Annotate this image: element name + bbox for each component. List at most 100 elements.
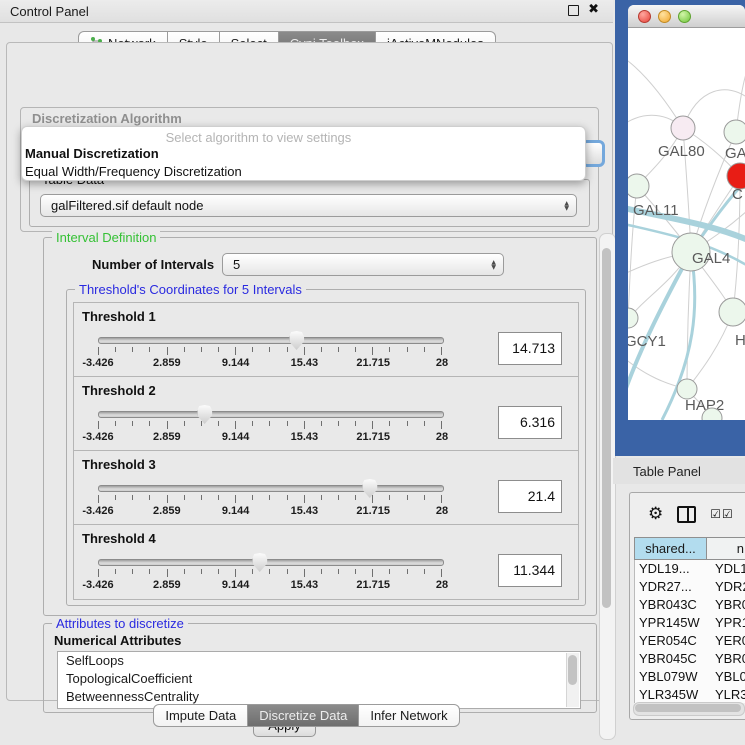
table-cell[interactable]: YDR2: [709, 578, 745, 596]
slider-ticks: [98, 495, 442, 503]
threshold-2-value-field[interactable]: 6.316: [498, 406, 562, 439]
network-node-ga[interactable]: [724, 120, 745, 144]
close-window-icon[interactable]: [638, 10, 651, 23]
network-edge[interactable]: [687, 252, 691, 389]
slider-track[interactable]: [98, 559, 444, 566]
threshold-1-value-field[interactable]: 14.713: [498, 332, 562, 365]
table-cell[interactable]: YBL079W: [635, 668, 709, 686]
network-window-titlebar[interactable]: [628, 5, 745, 28]
table-cell[interactable]: YPR145W: [635, 614, 709, 632]
thresholds-coordinates-group: Threshold's Coordinates for 5 Intervals …: [66, 289, 586, 606]
column-header-name[interactable]: n: [707, 538, 745, 559]
list-item[interactable]: SelfLoops: [58, 652, 580, 670]
combo-spinner-icon[interactable]: ▲▼: [491, 260, 496, 270]
table-cell[interactable]: YDL19...: [635, 560, 709, 578]
network-node-label: GAL11: [633, 202, 679, 219]
attributes-list-scrollbar[interactable]: [566, 653, 579, 707]
threshold-3-panel: Threshold 3 -3.4262.8599.14415.4321.7152…: [73, 450, 579, 526]
combo-spinner-icon[interactable]: ▲▼: [564, 201, 569, 211]
threshold-2-label: Threshold 2: [82, 383, 156, 398]
table-data-combobox[interactable]: galFiltered.sif default node ▲▼: [40, 194, 577, 217]
zoom-window-icon[interactable]: [678, 10, 691, 23]
thresholds-group-label: Threshold's Coordinates for 5 Intervals: [75, 282, 306, 297]
settings-gear-icon[interactable]: ⚙: [648, 505, 663, 523]
table-row[interactable]: YER054CYER0: [635, 632, 745, 650]
table-cell[interactable]: YBR043C: [635, 596, 709, 614]
list-item[interactable]: TopologicalCoefficient: [58, 670, 580, 688]
table-cell[interactable]: YDR27...: [635, 578, 709, 596]
network-node-label: GAL80: [658, 143, 705, 160]
slider-scale-labels: -3.4262.8599.14415.4321.71528: [98, 505, 442, 519]
threshold-4-panel: Threshold 4 -3.4262.8599.14415.4321.7152…: [73, 524, 579, 600]
network-node-hap2[interactable]: [677, 379, 697, 399]
tab-infer-network[interactable]: Infer Network: [359, 704, 459, 727]
table-cell[interactable]: YBR0: [709, 650, 745, 668]
number-of-intervals-value: 5: [233, 257, 240, 272]
close-icon[interactable]: ✖: [588, 3, 599, 17]
table-cell[interactable]: YBR045C: [635, 650, 709, 668]
table-cell[interactable]: YBR0: [709, 596, 745, 614]
threshold-2-slider[interactable]: -3.4262.8599.14415.4321.71528: [98, 404, 442, 448]
slider-track[interactable]: [98, 485, 444, 492]
threshold-4-label: Threshold 4: [82, 531, 156, 546]
table-data-combobox-value: galFiltered.sif default node: [51, 198, 203, 213]
content-vertical-scrollbar[interactable]: [599, 233, 616, 740]
slider-track[interactable]: [98, 411, 444, 418]
float-window-icon[interactable]: [568, 5, 579, 16]
scrollbar-thumb[interactable]: [635, 704, 741, 712]
algorithm-dropdown-popup: Select algorithm to view settings Manual…: [21, 126, 586, 181]
network-node-label: C: [732, 186, 743, 203]
table-cell[interactable]: YPR1: [709, 614, 745, 632]
threshold-2-panel: Threshold 2 -3.4262.8599.14415.4321.7152…: [73, 376, 579, 452]
discretization-algorithm-label: Discretization Algorithm: [32, 111, 182, 126]
network-node-gal11[interactable]: [628, 174, 649, 198]
control-panel-titlebar: Control Panel ✖: [0, 0, 613, 23]
table-row[interactable]: YBR043CYBR0: [635, 596, 745, 614]
table-row[interactable]: YBR045CYBR0: [635, 650, 745, 668]
tab-discretize-data[interactable]: Discretize Data: [248, 704, 359, 727]
table-cell[interactable]: YDL1: [709, 560, 745, 578]
table-horizontal-scrollbar[interactable]: [633, 702, 745, 716]
select-checkboxes-icon[interactable]: ☑☑: [710, 507, 733, 521]
slider-track[interactable]: [98, 337, 444, 344]
slider-ticks: [98, 421, 442, 429]
table-cell[interactable]: YLR345W: [635, 686, 709, 703]
table-cell[interactable]: YER0: [709, 632, 745, 650]
threshold-3-slider[interactable]: -3.4262.8599.14415.4321.71528: [98, 478, 442, 522]
table-row[interactable]: YPR145WYPR1: [635, 614, 745, 632]
numerical-attributes-list[interactable]: SelfLoops TopologicalCoefficient Between…: [57, 651, 581, 709]
node-table-panel: ⚙ ☑☑ shared... n YDL19...YDL1YDR27...YDR…: [629, 492, 745, 720]
network-canvas[interactable]: GAL80GACGAL11GAL4GCY1HHAP2: [628, 28, 745, 420]
threshold-4-slider[interactable]: -3.4262.8599.14415.4321.71528: [98, 552, 442, 596]
table-row[interactable]: YBL079WYBL0: [635, 668, 745, 686]
column-header-shared-name[interactable]: shared...: [635, 538, 707, 559]
network-node-gcy1[interactable]: [628, 308, 638, 328]
table-cell[interactable]: YBL0: [709, 668, 745, 686]
scrollbar-thumb[interactable]: [602, 248, 611, 608]
slider-scale-labels: -3.4262.8599.14415.4321.71528: [98, 431, 442, 445]
threshold-1-label: Threshold 1: [82, 309, 156, 324]
threshold-1-slider[interactable]: -3.4262.8599.14415.4321.71528: [98, 330, 442, 374]
table-cell[interactable]: YER054C: [635, 632, 709, 650]
split-columns-icon[interactable]: [677, 506, 696, 523]
network-node-label: GA: [725, 145, 745, 162]
threshold-3-value-field[interactable]: 21.4: [498, 480, 562, 513]
network-node-gal80[interactable]: [671, 116, 695, 140]
table-cell[interactable]: YLR3: [709, 686, 745, 703]
algorithm-prompt-item[interactable]: Select algorithm to view settings: [22, 130, 495, 145]
network-node-h[interactable]: [719, 298, 745, 326]
table-row[interactable]: YDL19...YDL1: [635, 560, 745, 578]
threshold-4-value-field[interactable]: 11.344: [498, 554, 562, 587]
table-row[interactable]: YLR345WYLR3: [635, 686, 745, 703]
network-node-label: H: [735, 332, 745, 349]
tab-impute-data[interactable]: Impute Data: [153, 704, 248, 727]
table-toolbar: ⚙ ☑☑: [630, 493, 745, 535]
option-manual-discretization[interactable]: Manual Discretization: [22, 145, 585, 163]
table-row[interactable]: YDR27...YDR2: [635, 578, 745, 596]
number-of-intervals-combobox[interactable]: 5 ▲▼: [222, 253, 504, 276]
slider-ticks: [98, 569, 442, 577]
option-equal-width-frequency[interactable]: Equal Width/Frequency Discretization: [22, 163, 585, 181]
node-table-body[interactable]: YDL19...YDL1YDR27...YDR2YBR043CYBR0YPR14…: [634, 560, 745, 703]
minimize-window-icon[interactable]: [658, 10, 671, 23]
threshold-3-label: Threshold 3: [82, 457, 156, 472]
